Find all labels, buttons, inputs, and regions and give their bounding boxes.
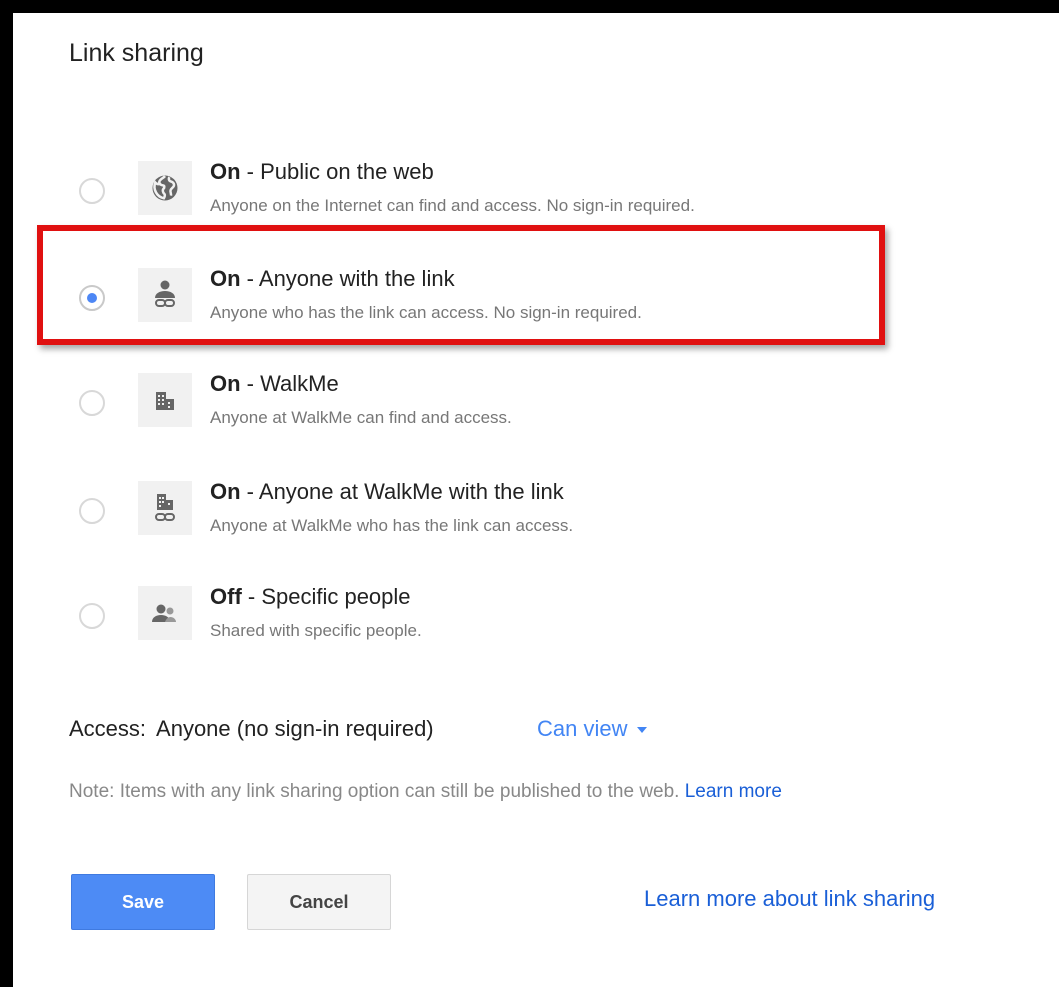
option-title: On - Anyone with the link [210,266,455,291]
radio-walkme-with-link[interactable] [79,498,105,524]
sharing-dialog: Link sharing On - Public on the web Anyo… [13,13,1059,987]
learn-more-link-sharing[interactable]: Learn more about link sharing [644,886,935,912]
radio-public-on-web[interactable] [79,178,105,204]
save-button[interactable]: Save [71,874,215,930]
cancel-button[interactable]: Cancel [247,874,391,930]
person-link-icon [138,268,192,322]
option-specific-people[interactable]: Off - Specific people Shared with specif… [13,584,1013,668]
option-description: Anyone who has the link can access. No s… [210,303,642,322]
option-description: Anyone at WalkMe who has the link can ac… [210,516,574,535]
option-description: Anyone on the Internet can find and acce… [210,196,695,215]
learn-more-link[interactable]: Learn more [685,781,782,802]
option-title: On - WalkMe [210,371,339,396]
access-row: Access: Anyone (no sign-in required) [69,716,434,742]
option-public-on-web[interactable]: On - Public on the web Anyone on the Int… [13,159,1013,243]
chevron-down-icon [637,727,648,734]
radio-walkme[interactable] [79,390,105,416]
option-title: On - Public on the web [210,159,434,184]
radio-anyone-with-link[interactable] [79,285,105,311]
dialog-title: Link sharing [69,39,204,67]
building-icon [138,373,192,427]
globe-icon [138,161,192,215]
access-value: Anyone (no sign-in required) [156,716,434,741]
option-anyone-with-link[interactable]: On - Anyone with the link Anyone who has… [13,266,1013,350]
publish-note: Note: Items with any link sharing option… [69,781,782,803]
note-text: Note: Items with any link sharing option… [69,781,680,802]
permission-value: Can view [537,716,628,741]
option-title: On - Anyone at WalkMe with the link [210,479,564,504]
people-icon [138,586,192,640]
option-description: Anyone at WalkMe can find and access. [210,408,512,427]
building-link-icon [138,481,192,535]
access-label: Access: [69,716,147,741]
permission-dropdown[interactable]: Can view [537,716,648,742]
option-description: Shared with specific people. [210,621,422,640]
radio-specific-people[interactable] [79,603,105,629]
option-title: Off - Specific people [210,584,411,609]
option-walkme-with-link[interactable]: On - Anyone at WalkMe with the link Anyo… [13,479,1013,563]
option-walkme[interactable]: On - WalkMe Anyone at WalkMe can find an… [13,371,1013,455]
